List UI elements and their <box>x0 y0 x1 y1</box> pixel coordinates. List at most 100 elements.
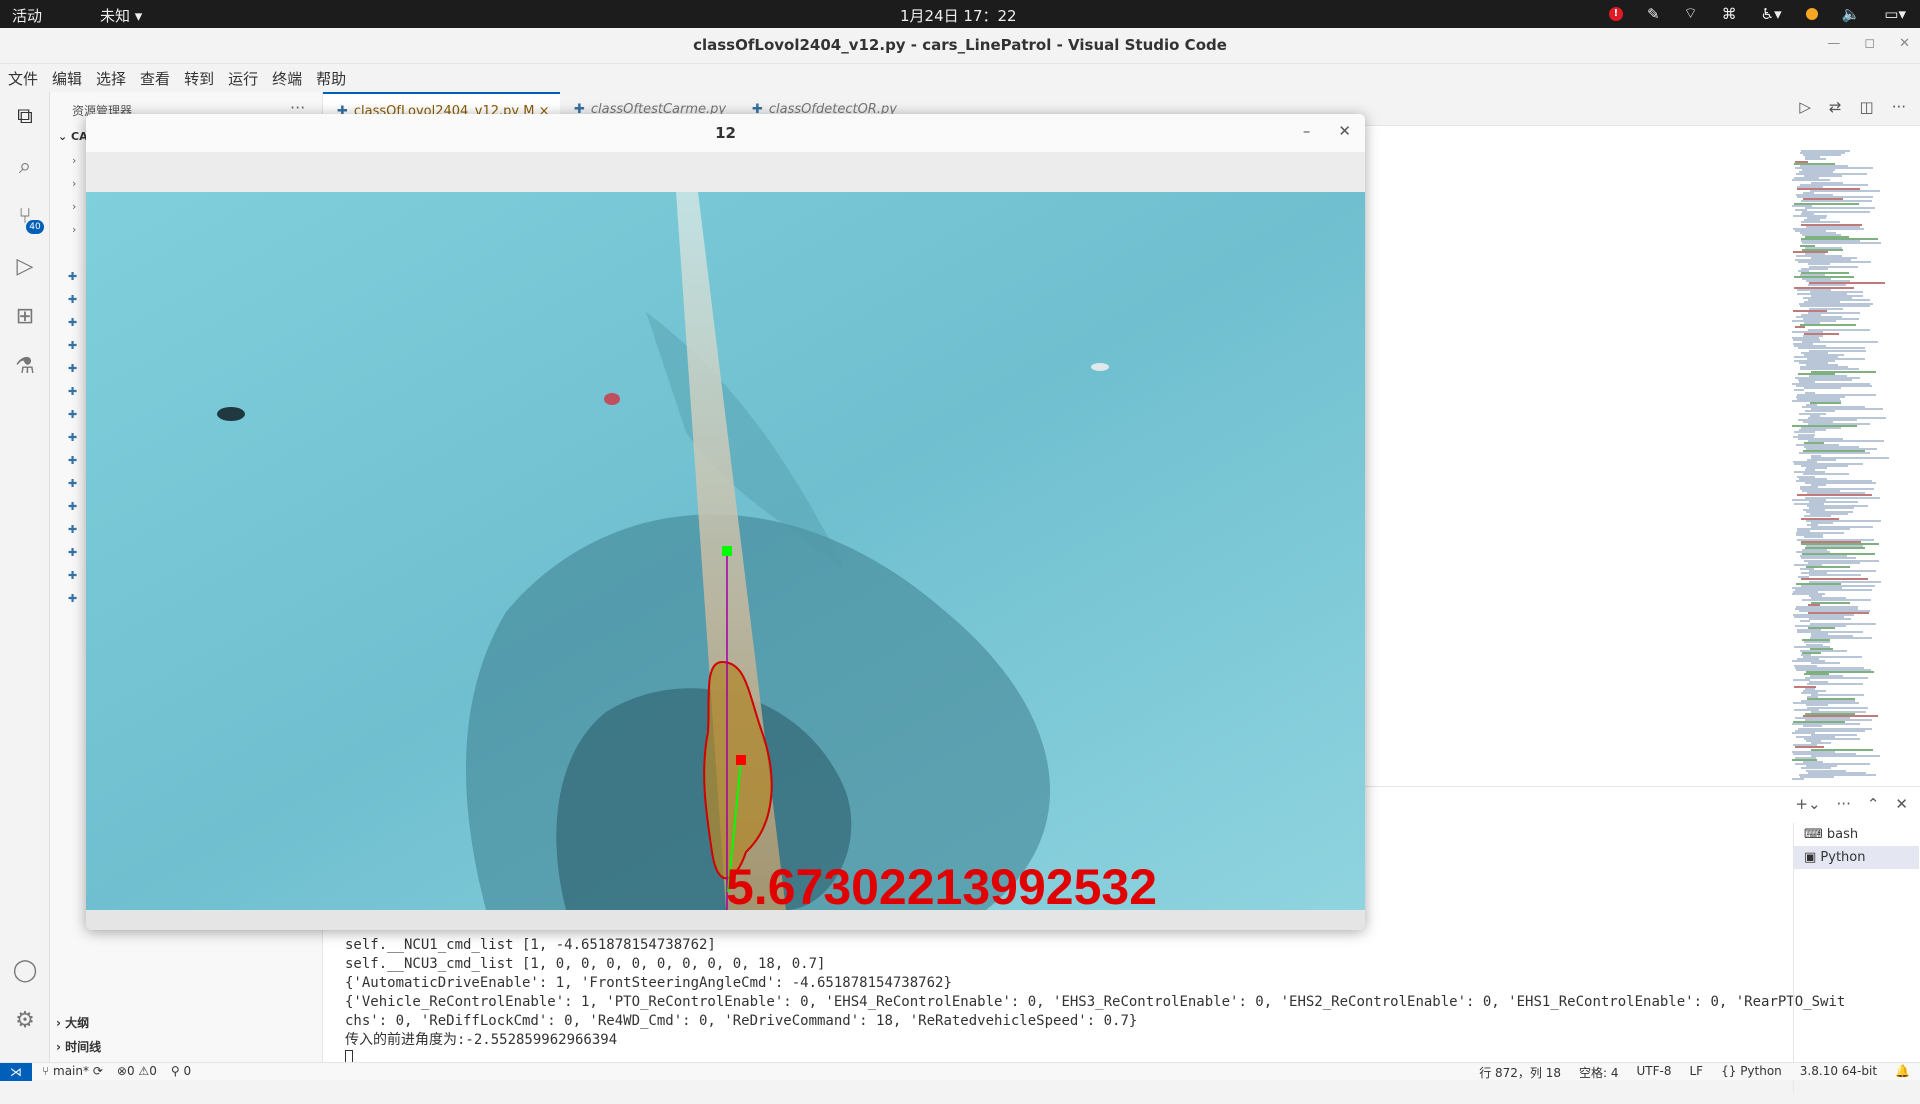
extensions-icon[interactable]: ⊞ <box>12 304 38 330</box>
workspace-root[interactable]: ⌄ CA <box>58 130 88 143</box>
python-file-icon[interactable]: ✚ <box>68 270 78 283</box>
close-icon[interactable]: ✕ <box>1899 36 1910 51</box>
run-debug-icon[interactable]: ▷ <box>12 254 38 280</box>
cursor-position[interactable]: 行 872，列 18 <box>1479 1064 1561 1081</box>
cv-status-strip <box>86 910 1365 930</box>
python-file-icon[interactable]: ✚ <box>68 454 78 467</box>
menu-edit[interactable]: 编辑 <box>52 68 82 89</box>
window-controls: — ◻ ✕ <box>1827 36 1910 51</box>
close-icon[interactable]: ✕ <box>1338 122 1351 140</box>
python-file-icon[interactable]: ✚ <box>68 523 78 536</box>
menu-file[interactable]: 文件 <box>8 68 38 89</box>
more-actions-icon[interactable]: ··· <box>1892 98 1906 116</box>
remote-indicator-icon[interactable]: ⋊ <box>0 1063 32 1081</box>
minimap-line <box>1811 754 1880 757</box>
menu-bar: 文件 编辑 选择 查看 转到 运行 终端 帮助 <box>0 64 346 92</box>
testing-icon[interactable]: ⚗ <box>12 354 38 380</box>
split-editor-icon[interactable]: ◫ <box>1860 98 1874 116</box>
camera-frame[interactable]: 5.67302213992532 <box>86 192 1365 910</box>
minimap-line <box>1804 387 1841 390</box>
command-icon[interactable]: ⌘ <box>1722 5 1737 23</box>
python-file-icon[interactable]: ✚ <box>68 316 78 329</box>
folder-chevron-icon[interactable]: › <box>72 177 76 190</box>
settings-gear-icon[interactable]: ⚙ <box>12 1008 38 1034</box>
battery-icon[interactable]: ▭▾ <box>1884 5 1906 23</box>
close-panel-icon[interactable]: ✕ <box>1895 795 1908 813</box>
python-file-icon[interactable]: ✚ <box>68 339 78 352</box>
terminal-line: self.__NCU3_cmd_list [1, 0, 0, 0, 0, 0, … <box>345 956 826 972</box>
python-file-icon[interactable]: ✚ <box>68 500 78 513</box>
python-file-icon[interactable]: ✚ <box>68 546 78 559</box>
account-icon[interactable]: ◯ <box>12 958 38 984</box>
menu-terminal[interactable]: 终端 <box>272 68 302 89</box>
status-left: ⑂ main* ⟳ ⊗0 ⚠0 ⚲ 0 <box>42 1064 191 1078</box>
menu-run[interactable]: 运行 <box>228 68 258 89</box>
maximize-icon[interactable]: ◻ <box>1864 36 1875 51</box>
system-tray[interactable]: ! ✎ ⌔ ⌘ ♿▾ 🔈 ▭▾ <box>1608 4 1906 23</box>
end-of-line[interactable]: LF <box>1690 1064 1704 1081</box>
minimap-line <box>1809 574 1861 577</box>
outline-section[interactable]: › 大纲 <box>56 1014 89 1031</box>
menu-go[interactable]: 转到 <box>184 68 214 89</box>
error-count: 0 <box>126 1064 135 1078</box>
cv-toolbar <box>86 152 1365 192</box>
python-file-icon[interactable]: ✚ <box>68 431 78 444</box>
terminal-tab-python[interactable]: ▣ Python <box>1794 846 1919 869</box>
menu-selection[interactable]: 选择 <box>96 68 126 89</box>
activities-button[interactable]: 活动 <box>12 5 42 26</box>
encoding[interactable]: UTF-8 <box>1637 1064 1672 1081</box>
alert-icon[interactable]: ! <box>1608 6 1623 21</box>
run-python-icon[interactable]: ▷ <box>1799 98 1811 116</box>
timeline-label: 时间线 <box>65 1040 102 1054</box>
python-file-icon[interactable]: ✚ <box>68 293 78 306</box>
accessibility-icon[interactable]: ♿▾ <box>1761 5 1782 23</box>
folder-chevron-icon[interactable]: › <box>72 200 76 213</box>
cv-window-controls: – ✕ <box>1303 122 1351 140</box>
branch-indicator[interactable]: ⑂ main* ⟳ <box>42 1064 103 1078</box>
menu-view[interactable]: 查看 <box>140 68 170 89</box>
python-file-icon[interactable]: ✚ <box>68 385 78 398</box>
sync-icon: ⟳ <box>92 1064 103 1078</box>
terminal-tab-bash[interactable]: ⌨ bash <box>1794 823 1919 846</box>
notifications-bell-icon[interactable]: 🔔 <box>1895 1064 1910 1081</box>
compare-changes-icon[interactable]: ⇄ <box>1829 98 1842 116</box>
cv-window-title: 12 <box>86 114 1365 152</box>
scm-badge: 40 <box>26 220 44 234</box>
pen-icon[interactable]: ✎ <box>1647 5 1660 23</box>
more-actions-icon[interactable]: ··· <box>1837 795 1851 813</box>
menu-help[interactable]: 帮助 <box>316 68 346 89</box>
language-mode[interactable]: {} Python <box>1721 1064 1782 1081</box>
clock[interactable]: 1月24日 17：22 <box>900 5 1017 26</box>
ports-indicator[interactable]: ⚲ 0 <box>171 1064 191 1078</box>
maximize-panel-icon[interactable]: ⌃ <box>1867 795 1880 813</box>
volume-icon[interactable]: 🔈 <box>1842 5 1861 23</box>
minimap-line <box>1794 389 1804 392</box>
debris <box>1091 363 1109 371</box>
python-file-icon[interactable]: ✚ <box>68 408 78 421</box>
window-title: classOfLovol2404_v12.py - cars_LinePatro… <box>693 36 1227 54</box>
minimize-icon[interactable]: – <box>1303 122 1311 140</box>
problems-indicator[interactable]: ⊗0 ⚠0 <box>117 1064 157 1078</box>
folder-chevron-icon[interactable]: › <box>72 223 76 236</box>
minimap-line <box>1811 693 1864 696</box>
python-file-icon[interactable]: ✚ <box>68 569 78 582</box>
window-titlebar: classOfLovol2404_v12.py - cars_LinePatro… <box>0 28 1920 64</box>
minimize-icon[interactable]: — <box>1827 36 1840 51</box>
timeline-section[interactable]: › 时间线 <box>56 1038 101 1055</box>
new-terminal-icon[interactable]: +⌄ <box>1795 795 1820 813</box>
centroid-marker <box>736 755 746 765</box>
search-icon[interactable]: ⌕ <box>12 154 38 180</box>
explorer-icon[interactable]: ⧉ <box>12 104 38 130</box>
python-file-icon[interactable]: ✚ <box>68 592 78 605</box>
folder-chevron-icon[interactable]: › <box>72 154 76 167</box>
python-file-icon[interactable]: ✚ <box>68 477 78 490</box>
system-top-bar: 活动 未知 ▾ 1月24日 17：22 ! ✎ ⌔ ⌘ ♿▾ 🔈 ▭▾ <box>0 0 1920 28</box>
python-file-icon[interactable]: ✚ <box>68 362 78 375</box>
warning-icon: ⚠ <box>138 1064 150 1078</box>
python-interpreter[interactable]: 3.8.10 64-bit <box>1800 1064 1877 1081</box>
indentation[interactable]: 空格: 4 <box>1579 1064 1619 1081</box>
network-icon[interactable]: ⌔ <box>1684 4 1698 23</box>
app-menu[interactable]: 未知 ▾ <box>100 5 142 26</box>
opencv-window[interactable]: 12 – ✕ 5.67302213992532 <box>86 114 1365 930</box>
minimap[interactable] <box>1792 150 1904 780</box>
